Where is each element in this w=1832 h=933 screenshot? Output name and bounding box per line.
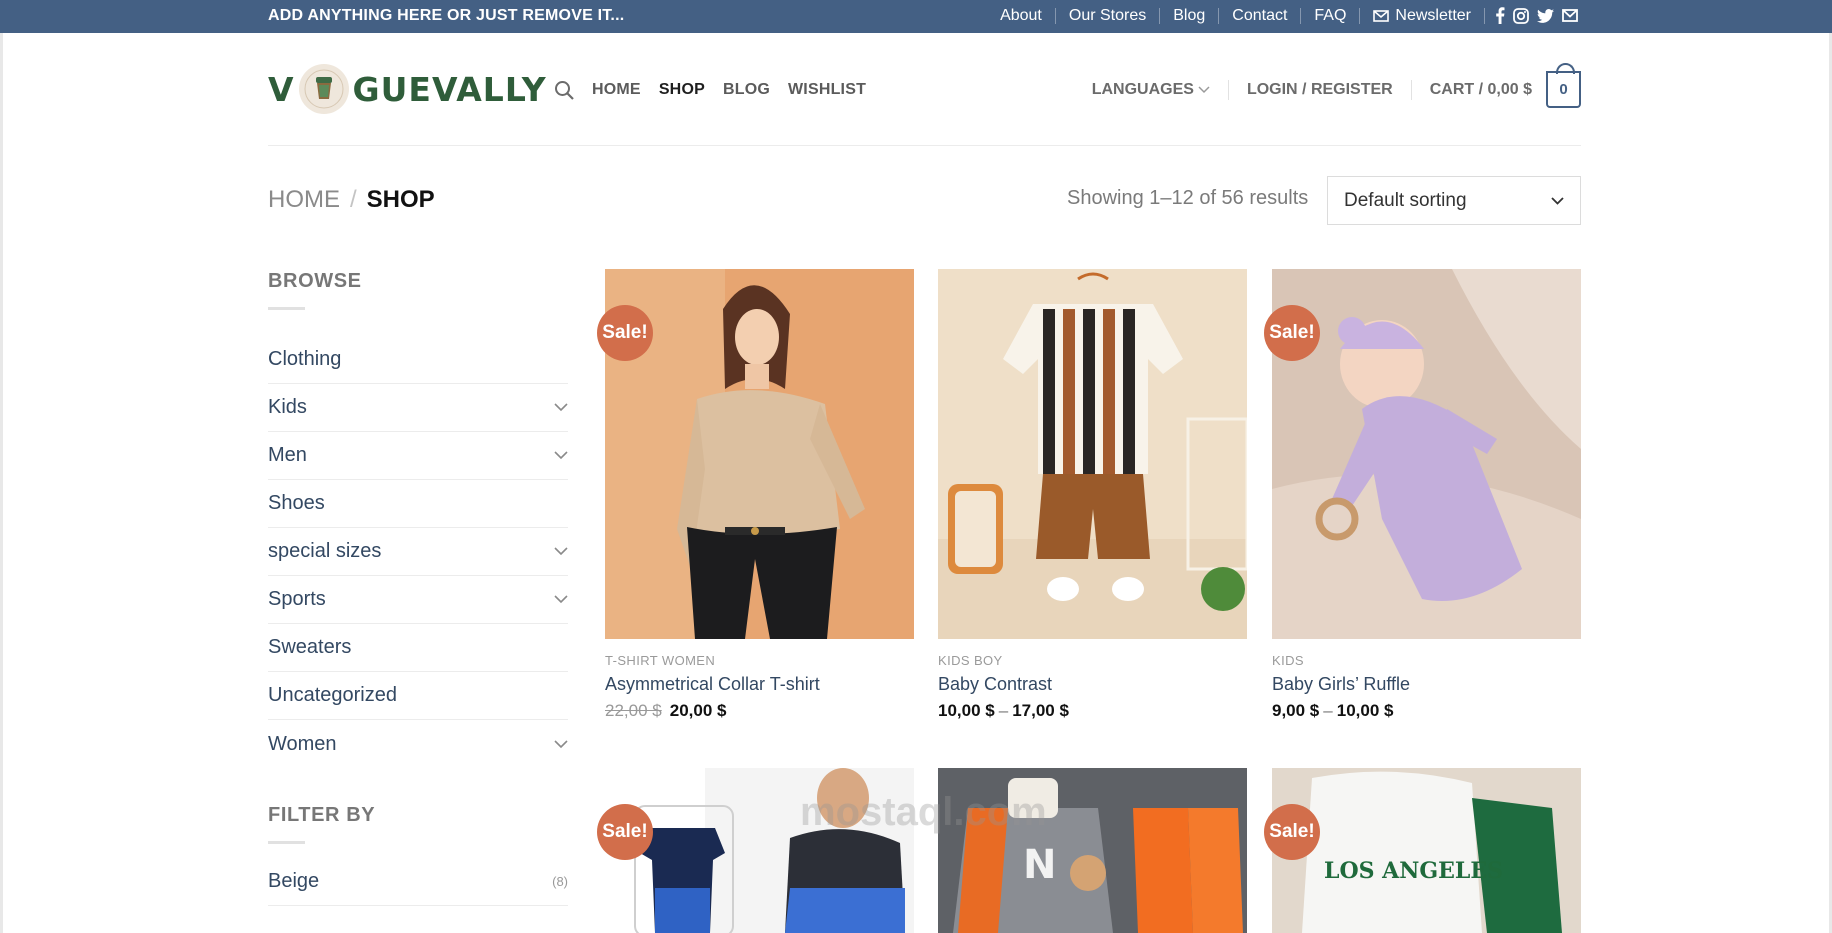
sale-badge: Sale! <box>597 804 653 860</box>
price-from: 9,00 $ <box>1272 701 1320 720</box>
product-category: KIDS BOY <box>938 653 1003 668</box>
filter-count: (8) <box>552 874 568 889</box>
nav-blog[interactable]: BLOG <box>723 81 770 99</box>
chevron-down-icon[interactable] <box>554 595 568 604</box>
product-image[interactable]: LOS ANGELES <box>1272 768 1581 933</box>
category-item[interactable]: Men <box>268 432 568 480</box>
envelope-icon <box>1373 9 1390 22</box>
breadcrumb-home[interactable]: HOME <box>268 186 340 214</box>
sale-badge: Sale! <box>1264 804 1320 860</box>
logo-word: GUEVALLY <box>352 69 547 109</box>
sale-badge: Sale! <box>597 305 653 361</box>
search-icon[interactable] <box>554 80 574 100</box>
top-bar-message: ADD ANYTHING HERE OR JUST REMOVE IT... <box>268 7 625 24</box>
chevron-down-icon <box>1198 85 1210 93</box>
product-category: T-SHIRT WOMEN <box>605 653 716 668</box>
category-item[interactable]: Clothing <box>268 336 568 384</box>
category-item[interactable]: Sweaters <box>268 624 568 672</box>
product-category: KIDS <box>1272 653 1304 668</box>
languages-dropdown[interactable]: LANGUAGES <box>1092 81 1210 99</box>
nav-shop[interactable]: SHOP <box>659 81 705 99</box>
product-price: 9,00 $ –10,00 $ <box>1272 701 1394 720</box>
old-price: 22,00 $ <box>605 701 662 720</box>
category-item[interactable]: Kids <box>268 384 568 432</box>
filter-heading: FILTER BY <box>268 804 376 826</box>
top-link-faq[interactable]: FAQ <box>1301 0 1359 31</box>
cart-link[interactable]: CART / 0,00 $ <box>1430 81 1532 99</box>
instagram-icon[interactable] <box>1513 7 1529 24</box>
sort-select[interactable]: Default sorting <box>1327 176 1581 225</box>
category-item[interactable]: Women <box>268 720 568 768</box>
product-card: LOS ANGELES Sale! <box>1264 768 1581 933</box>
top-link-blog[interactable]: Blog <box>1160 0 1218 31</box>
main-nav: HOME SHOP BLOG WISHLIST <box>554 33 866 146</box>
breadcrumb-separator: / <box>350 186 357 213</box>
price-to: 17,00 $ <box>1012 701 1069 720</box>
product-card: Sale! T-SHIRT WOMEN Asymmetrical Collar … <box>597 269 914 721</box>
filter-item-beige[interactable]: Beige (8) <box>268 858 568 906</box>
top-link-our-stores[interactable]: Our Stores <box>1056 0 1159 31</box>
result-count: Showing 1–12 of 56 results <box>1067 187 1309 209</box>
category-item[interactable]: Uncategorized <box>268 672 568 720</box>
heading-divider <box>268 307 305 310</box>
logo-badge-icon <box>298 64 349 114</box>
social-icons <box>1485 7 1578 24</box>
newsletter-link[interactable]: Newsletter <box>1360 0 1484 31</box>
product-image[interactable] <box>938 269 1247 639</box>
newsletter-label: Newsletter <box>1395 7 1471 24</box>
product-price: 10,00 $ –17,00 $ <box>938 701 1069 720</box>
category-list: Clothing Kids Men Shoes special sizes Sp… <box>268 336 568 768</box>
sort-selected-label: Default sorting <box>1344 189 1467 211</box>
sale-price: 20,00 $ <box>669 701 727 720</box>
product-name[interactable]: Baby Girls’ Ruffle <box>1272 674 1581 695</box>
email-icon[interactable] <box>1562 9 1578 22</box>
top-link-about[interactable]: About <box>987 0 1055 31</box>
product-price: 22,00 $ 20,00 $ <box>605 701 914 721</box>
sale-badge: Sale! <box>1264 305 1320 361</box>
price-from: 10,00 $ <box>938 701 995 720</box>
svg-text:N: N <box>1023 842 1056 888</box>
breadcrumb-current: SHOP <box>366 186 435 213</box>
account-nav: LANGUAGES LOGIN / REGISTER CART / 0,00 $… <box>1092 33 1581 146</box>
category-item[interactable]: special sizes <box>268 528 568 576</box>
chevron-down-icon[interactable] <box>554 451 568 460</box>
site-header: V GUEVALLY HOME SHOP BLOG WISHLIST LANGU… <box>268 33 1581 146</box>
login-register-link[interactable]: LOGIN / REGISTER <box>1247 81 1393 99</box>
product-card: KIDS BOY Baby Contrast 10,00 $ –17,00 $ <box>938 269 1247 721</box>
twitter-icon[interactable] <box>1537 8 1554 23</box>
logo-letter: V <box>268 69 295 109</box>
shop-sidebar: BROWSE Clothing Kids Men Shoes special s… <box>268 270 568 906</box>
top-link-contact[interactable]: Contact <box>1219 0 1300 31</box>
category-item[interactable]: Sports <box>268 576 568 624</box>
product-card: Sale! KIDS Baby Girls’ Ruffle 9,00 $ –10,… <box>1264 269 1581 721</box>
chevron-down-icon[interactable] <box>554 403 568 412</box>
cart-count-badge[interactable]: 0 <box>1546 63 1581 108</box>
facebook-icon[interactable] <box>1495 7 1505 24</box>
category-item[interactable]: Shoes <box>268 480 568 528</box>
price-to: 10,00 $ <box>1336 701 1394 720</box>
chevron-down-icon <box>1551 196 1564 205</box>
heading-divider <box>268 841 305 844</box>
breadcrumb: HOME / SHOP <box>268 186 435 214</box>
chevron-down-icon[interactable] <box>554 547 568 556</box>
browse-heading: BROWSE <box>268 270 362 292</box>
hoodie-print: LOS ANGELES <box>1324 858 1503 884</box>
nav-wishlist[interactable]: WISHLIST <box>788 81 866 99</box>
top-nav: About Our Stores Blog Contact FAQ Newsle… <box>987 0 1578 31</box>
chevron-down-icon[interactable] <box>554 739 568 749</box>
site-logo[interactable]: V GUEVALLY <box>268 59 547 119</box>
nav-home[interactable]: HOME <box>592 81 641 99</box>
product-name[interactable]: Asymmetrical Collar T-shirt <box>605 674 914 695</box>
product-name[interactable]: Baby Contrast <box>938 674 1247 695</box>
top-bar: ADD ANYTHING HERE OR JUST REMOVE IT... A… <box>0 0 1832 33</box>
watermark: mostaql.com <box>800 790 1047 834</box>
page-edge-left <box>0 33 3 933</box>
